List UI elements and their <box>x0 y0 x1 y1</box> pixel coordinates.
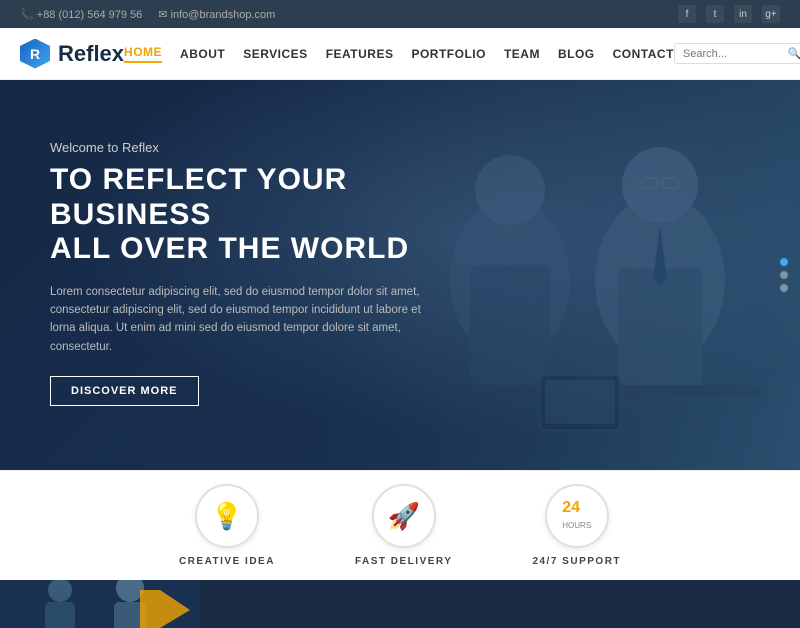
hero-title-line1: TO REFLECT YOUR BUSINESS <box>50 163 347 231</box>
hero-dots <box>780 258 788 292</box>
creative-idea-icon: 💡 <box>211 501 243 532</box>
hero-content: Welcome to Reflex TO REFLECT YOUR BUSINE… <box>50 140 470 406</box>
phone-info: 📞 +88 (012) 564 979 56 <box>20 8 142 21</box>
dot-3[interactable] <box>780 284 788 292</box>
support-icon-circle: 24HOURS <box>545 484 609 548</box>
email-address: info@brandshop.com <box>171 9 276 21</box>
search-input[interactable] <box>683 48 783 60</box>
nav-contact[interactable]: CONTACT <box>613 47 674 61</box>
hero-description: Lorem consectetur adipiscing elit, sed d… <box>50 283 430 357</box>
bottom-section <box>0 580 800 628</box>
hero-section: Welcome to Reflex TO REFLECT YOUR BUSINE… <box>0 80 800 470</box>
search-box[interactable]: 🔍 <box>674 43 800 64</box>
twitter-icon[interactable]: t <box>706 5 724 23</box>
nav-home[interactable]: HOME <box>124 45 162 63</box>
facebook-icon[interactable]: f <box>678 5 696 23</box>
email-info: ✉ info@brandshop.com <box>158 8 275 21</box>
bottom-person-image <box>0 580 200 628</box>
phone-icon: 📞 <box>20 9 34 21</box>
topbar-contact: 📞 +88 (012) 564 979 56 ✉ info@brandshop.… <box>20 8 275 21</box>
delivery-label: FAST DELIVERY <box>355 556 452 567</box>
feature-creative: 💡 CREATIVE IDEA <box>179 484 275 567</box>
fast-delivery-icon: 🚀 <box>388 501 420 532</box>
topbar: 📞 +88 (012) 564 979 56 ✉ info@brandshop.… <box>0 0 800 28</box>
phone-number: +88 (012) 564 979 56 <box>37 9 143 21</box>
support-label: 24/7 SUPPORT <box>532 556 621 567</box>
header: R Reflex HOME ABOUT SERVICES FEATURES PO… <box>0 28 800 80</box>
creative-label: CREATIVE IDEA <box>179 556 275 567</box>
mail-icon: ✉ <box>158 9 167 21</box>
logo-text: Reflex <box>58 41 124 67</box>
nav-about[interactable]: ABOUT <box>180 47 225 61</box>
main-nav: HOME ABOUT SERVICES FEATURES PORTFOLIO T… <box>124 45 674 63</box>
search-icon[interactable]: 🔍 <box>788 47 800 60</box>
nav-portfolio[interactable]: PORTFOLIO <box>411 47 486 61</box>
discover-more-button[interactable]: DISCOVER MORE <box>50 376 199 406</box>
logo-icon: R <box>20 39 50 69</box>
nav-team[interactable]: TEAM <box>504 47 540 61</box>
hero-title-line2: ALL OVER THE WORLD <box>50 232 409 265</box>
logo: R Reflex <box>20 39 124 69</box>
hero-title: TO REFLECT YOUR BUSINESS ALL OVER THE WO… <box>50 163 470 267</box>
features-section: 💡 CREATIVE IDEA 🚀 FAST DELIVERY 24HOURS … <box>0 470 800 580</box>
nav-services[interactable]: SERVICES <box>243 47 307 61</box>
logo-letter: R <box>30 46 40 62</box>
hero-subtitle: Welcome to Reflex <box>50 140 470 155</box>
support-icon: 24HOURS <box>562 500 591 532</box>
linkedin-icon[interactable]: in <box>734 5 752 23</box>
feature-support: 24HOURS 24/7 SUPPORT <box>532 484 621 567</box>
nav-features[interactable]: FEATURES <box>326 47 394 61</box>
bottom-image <box>0 580 200 628</box>
feature-delivery: 🚀 FAST DELIVERY <box>355 484 452 567</box>
creative-icon-circle: 💡 <box>195 484 259 548</box>
social-links: f t in g+ <box>678 5 780 23</box>
googleplus-icon[interactable]: g+ <box>762 5 780 23</box>
dot-1[interactable] <box>780 258 788 266</box>
nav-blog[interactable]: BLOG <box>558 47 595 61</box>
delivery-icon-circle: 🚀 <box>372 484 436 548</box>
dot-2[interactable] <box>780 271 788 279</box>
